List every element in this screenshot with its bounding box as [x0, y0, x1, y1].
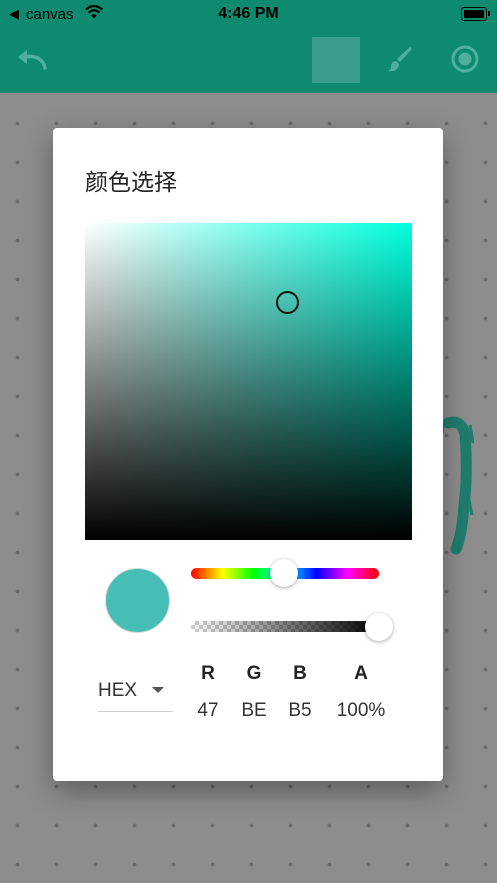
alpha-slider-thumb[interactable]	[365, 613, 393, 641]
channel-label-b: B	[293, 663, 307, 684]
undo-icon[interactable]	[16, 48, 48, 72]
channel-label-g: G	[246, 663, 262, 684]
channel-value-b[interactable]: B5	[270, 700, 330, 722]
color-format-dropdown[interactable]: HEX	[98, 677, 173, 712]
channel-value-a[interactable]: 100%	[331, 700, 391, 722]
color-picker-dialog: 颜色选择 HEX R G B A 47 BE B5 100%	[53, 128, 443, 781]
format-label: HEX	[98, 680, 138, 701]
hue-slider-thumb[interactable]	[270, 559, 298, 587]
channel-label-r: R	[201, 663, 215, 684]
battery-icon	[461, 7, 490, 21]
color-preview	[105, 568, 170, 633]
clock: 4:46 PM	[218, 5, 279, 22]
color-cursor[interactable]	[276, 291, 299, 314]
brush-icon[interactable]	[387, 46, 415, 74]
app-toolbar	[0, 28, 497, 93]
dialog-title: 颜色选择	[85, 169, 177, 195]
drawn-stroke	[439, 416, 474, 555]
saturation-value-picker[interactable]	[85, 223, 412, 540]
current-color-swatch[interactable]	[312, 37, 360, 83]
status-bar: ◀ canvas 4:46 PM	[0, 0, 497, 28]
alpha-slider[interactable]	[191, 621, 379, 632]
channel-label-a: A	[354, 663, 368, 684]
radio-button-icon[interactable]	[450, 44, 480, 74]
chevron-down-icon	[152, 687, 164, 693]
